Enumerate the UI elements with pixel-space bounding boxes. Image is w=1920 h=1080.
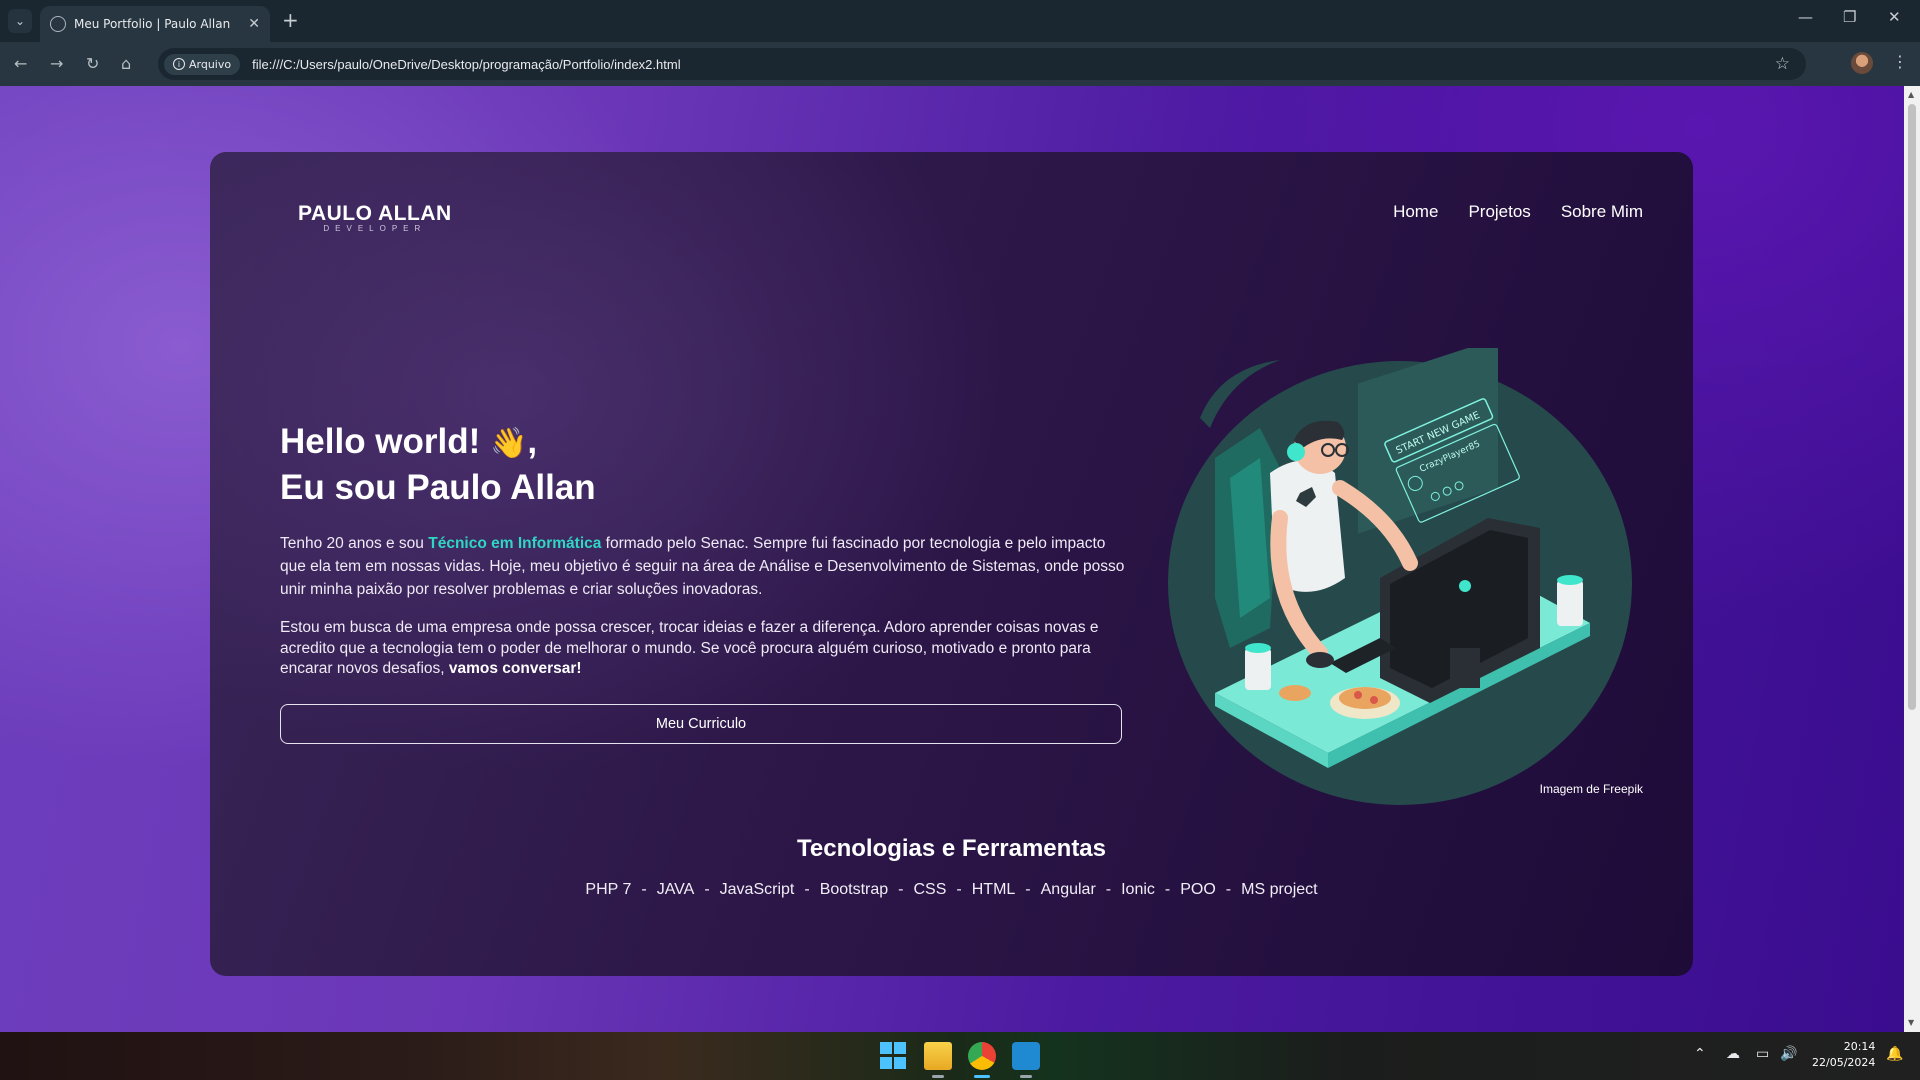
tech-item: MS project xyxy=(1241,881,1318,898)
portfolio-card: PAULO ALLAN DEVELOPER Home Projetos Sobr… xyxy=(210,152,1693,976)
home-icon[interactable]: ⌂ xyxy=(121,54,131,73)
hero-comma: , xyxy=(527,422,538,461)
waving-hand-icon: 👋 xyxy=(490,427,528,460)
goal-text: Estou em busca de uma empresa onde possa… xyxy=(280,619,1099,677)
scrollbar-thumb[interactable] xyxy=(1908,104,1916,710)
tab-search-button[interactable]: ⌄ xyxy=(8,9,32,33)
globe-icon xyxy=(50,16,66,32)
clock-date: 22/05/2024 xyxy=(1812,1056,1876,1069)
site-info-chip[interactable]: i Arquivo xyxy=(164,53,241,75)
tech-separator: - xyxy=(956,881,962,898)
vscode-icon[interactable] xyxy=(1012,1042,1040,1070)
tech-item: JavaScript xyxy=(719,881,795,898)
new-tab-button[interactable]: + xyxy=(282,8,299,32)
tech-section-title: Tecnologias e Ferramentas xyxy=(797,835,1106,862)
tech-item: CSS xyxy=(913,881,947,898)
tech-separator: - xyxy=(704,881,710,898)
gamer-illustration: START NEW GAME CrazyPlayer85 xyxy=(1168,348,1632,805)
clock-time: 20:14 xyxy=(1843,1040,1876,1053)
image-credit[interactable]: Imagem de Freepik xyxy=(1540,782,1643,796)
tech-item: HTML xyxy=(971,881,1016,898)
browser-tab[interactable]: Meu Portfolio | Paulo Allan ✕ xyxy=(40,6,270,42)
main-nav: Home Projetos Sobre Mim xyxy=(1393,202,1643,222)
hero-title: Hello world! 👋, Eu sou Paulo Allan xyxy=(280,420,596,510)
site-info-label: Arquivo xyxy=(189,57,232,71)
scroll-up-arrow-icon[interactable]: ▲ xyxy=(1908,90,1914,99)
menu-kebab-icon[interactable]: ⋮ xyxy=(1892,52,1908,71)
system-clock[interactable]: 20:14 22/05/2024 xyxy=(1812,1039,1875,1071)
nav-sobre-mim[interactable]: Sobre Mim xyxy=(1561,202,1643,222)
close-window-icon[interactable]: ✕ xyxy=(1888,8,1901,26)
back-icon[interactable]: ← xyxy=(14,54,27,73)
goal-bold-cta: vamos conversar! xyxy=(448,660,582,677)
site-logo[interactable]: PAULO ALLAN DEVELOPER xyxy=(298,202,452,233)
scroll-down-arrow-icon[interactable]: ▼ xyxy=(1908,1018,1914,1027)
highlight-tecnico: Técnico em Informática xyxy=(428,535,602,552)
tech-item: Ionic xyxy=(1121,881,1155,898)
tech-item: PHP 7 xyxy=(585,881,632,898)
nav-home[interactable]: Home xyxy=(1393,202,1438,222)
vscode-running-indicator xyxy=(1020,1075,1032,1078)
tech-separator: - xyxy=(804,881,810,898)
close-tab-icon[interactable]: ✕ xyxy=(248,16,260,32)
tech-list: PHP 7- JAVA - JavaScript - Bootstrap - CSS - HTML… xyxy=(210,881,1693,899)
browser-tab-bar: ⌄ Meu Portfolio | Paulo Allan ✕ + — ❐ ✕ xyxy=(0,0,1920,42)
file-explorer-icon[interactable] xyxy=(924,1042,952,1070)
explorer-running-indicator xyxy=(932,1075,944,1078)
tab-title: Meu Portfolio | Paulo Allan xyxy=(74,17,231,31)
tray-overflow-chevron-icon[interactable]: ⌃ xyxy=(1694,1046,1706,1062)
profile-avatar[interactable] xyxy=(1851,52,1873,74)
hero-line1: Hello world! xyxy=(280,422,481,461)
page-viewport: PAULO ALLAN DEVELOPER Home Projetos Sobr… xyxy=(0,86,1904,1032)
bookmark-star-icon[interactable]: ☆ xyxy=(1775,54,1790,74)
forward-icon[interactable]: → xyxy=(50,54,63,73)
curriculo-button[interactable]: Meu Curriculo xyxy=(280,704,1122,744)
restore-icon[interactable]: ❐ xyxy=(1843,8,1856,26)
hero-line2: Eu sou Paulo Allan xyxy=(280,468,596,507)
windows-start-icon[interactable] xyxy=(880,1042,908,1070)
browser-toolbar: ← → ↻ ⌂ i Arquivo file:///C:/Users/paulo… xyxy=(0,42,1920,86)
network-icon[interactable]: ▭ xyxy=(1756,1046,1769,1062)
tech-item: JAVA xyxy=(656,881,695,898)
volume-icon[interactable]: 🔊 xyxy=(1780,1046,1797,1062)
address-bar[interactable]: i Arquivo file:///C:/Users/paulo/OneDriv… xyxy=(158,48,1806,80)
chrome-icon[interactable] xyxy=(968,1042,996,1070)
tech-separator: - xyxy=(641,881,647,898)
logo-name: PAULO ALLAN xyxy=(298,202,452,225)
tech-separator: - xyxy=(1025,881,1031,898)
windows-taskbar: ⌃ ☁ ▭ 🔊 20:14 22/05/2024 🔔 xyxy=(0,1032,1920,1080)
tech-separator: - xyxy=(1225,881,1232,898)
reload-icon[interactable]: ↻ xyxy=(86,54,99,73)
chrome-active-indicator xyxy=(974,1075,990,1078)
page-scrollbar[interactable]: ▲ ▼ xyxy=(1904,86,1920,1032)
tech-item: POO xyxy=(1180,881,1216,898)
tech-separator: - xyxy=(1105,881,1112,898)
notification-bell-icon[interactable]: 🔔 xyxy=(1886,1046,1903,1062)
nav-projetos[interactable]: Projetos xyxy=(1468,202,1530,222)
cloud-offline-icon[interactable]: ☁ xyxy=(1726,1046,1740,1062)
url-text[interactable]: file:///C:/Users/paulo/OneDrive/Desktop/… xyxy=(252,57,680,72)
minimize-icon[interactable]: — xyxy=(1798,8,1813,26)
intro-paragraph: Tenho 20 anos e sou Técnico em Informáti… xyxy=(280,532,1130,601)
goal-paragraph: Estou em busca de uma empresa onde possa… xyxy=(280,618,1130,680)
tech-separator: - xyxy=(898,881,904,898)
tech-item: Angular xyxy=(1040,881,1096,898)
tech-item: Bootstrap xyxy=(819,881,889,898)
tech-separator: - xyxy=(1164,881,1171,898)
intro-text-start: Tenho 20 anos e sou xyxy=(280,535,429,552)
info-icon: i xyxy=(173,58,185,70)
